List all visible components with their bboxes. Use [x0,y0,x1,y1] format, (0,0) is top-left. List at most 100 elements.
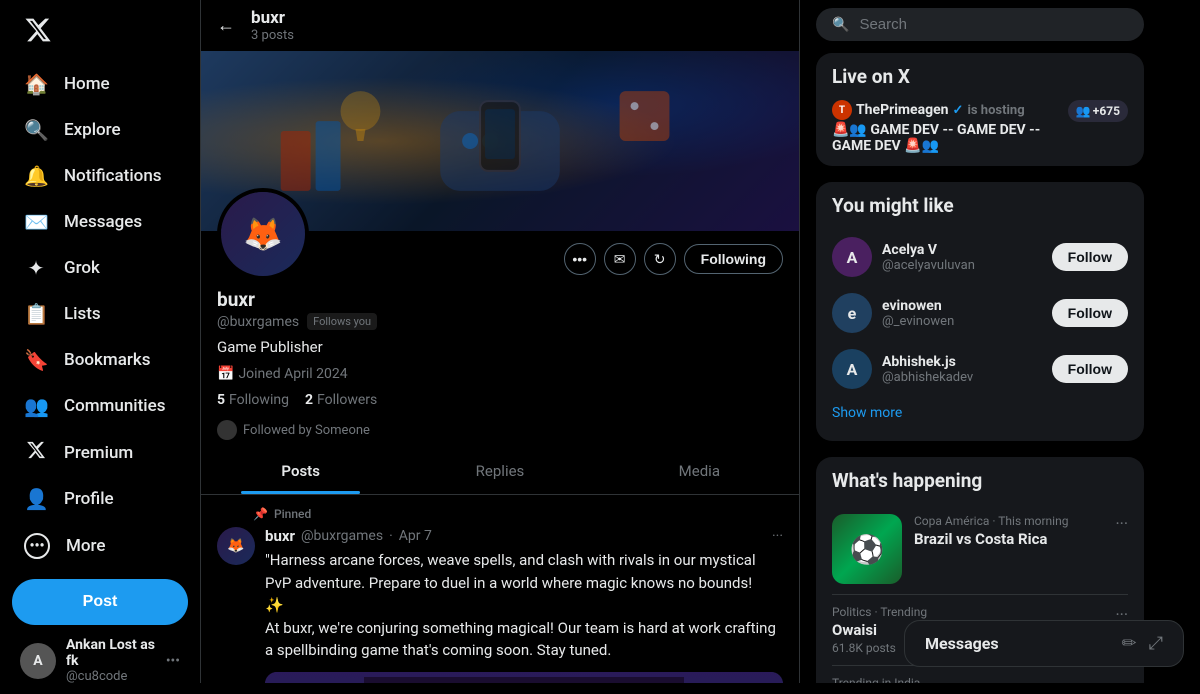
tab-posts[interactable]: Posts [201,448,400,494]
sidebar-item-bookmarks-label: Bookmarks [64,350,151,370]
suggestion-avatar-1: e [832,293,872,333]
sidebar-item-more-label: More [66,536,105,556]
search-icon: 🔍 [832,17,849,33]
followed-avatar [217,420,237,440]
pinned-label: 📌 Pinned [217,507,783,521]
sidebar-user-name: Ankan Lost as fk [66,637,156,669]
sidebar-item-messages-label: Messages [64,212,142,232]
post-body: "Harness arcane forces, weave spells, an… [265,549,783,662]
post-more-button[interactable]: ··· [772,528,783,544]
follow-button-2[interactable]: Follow [1052,355,1128,383]
suggestion-handle-1: @_evinowen [882,314,1042,329]
sidebar-item-premium[interactable]: Premium [12,430,188,475]
live-host: T ThePrimeagen ✓ is hosting [832,100,1058,120]
sidebar-item-more[interactable]: ••• More [12,523,188,569]
topbar-profile-name: buxr [251,8,294,28]
trend-category-1: Politics · Trending [832,605,927,619]
premium-icon [24,440,48,465]
trend-image-0: ⚽ [832,514,902,584]
messages-edit-button[interactable]: ✏ [1122,633,1137,654]
post-author-name: buxr [265,527,295,545]
bookmarks-icon: 🔖 [24,348,48,372]
sidebar-logo[interactable] [12,8,188,56]
trend-category-2: Trending in India [832,676,1004,683]
suggestion-name-0: Acelya V [882,242,1042,258]
sidebar-user-more-icon: ••• [166,653,180,669]
live-item[interactable]: T ThePrimeagen ✓ is hosting 🚨👥 GAME DEV … [832,100,1128,154]
you-might-like-widget: You might like A Acelya V @acelyavuluvan… [816,182,1144,441]
suggestion-item-2[interactable]: A Abhishek.js @abhishekadev Follow [832,341,1128,397]
sidebar-item-explore[interactable]: 🔍 Explore [12,108,188,152]
trend-item-0[interactable]: ⚽ Copa América · This morning Brazil vs … [832,504,1128,595]
followers-stats[interactable]: 2 Followers [305,392,377,408]
trend-more-2[interactable]: ··· [1115,676,1128,683]
suggestion-name-2: Abhishek.js [882,354,1042,370]
main-content: ← buxr 3 posts [200,0,800,683]
post-button[interactable]: Post [12,579,188,625]
right-sidebar: 🔍 Live on X T ThePrimeagen ✓ is hosting … [800,0,1160,683]
topbar-posts-count: 3 posts [251,28,294,43]
more-icon: ••• [24,533,50,559]
tab-media[interactable]: Media [600,448,799,494]
viewer-count-icon: 👥 [1076,104,1091,118]
follow-button-1[interactable]: Follow [1052,299,1128,327]
messages-expand-button[interactable]: ⤢ [1149,633,1163,654]
sidebar-user[interactable]: A Ankan Lost as fk @cu8code ••• [12,627,188,694]
fantasy-illustration: ✦ ✦ ✦ ✦ [364,677,684,684]
post-header: 🦊 buxr @buxrgames · Apr 7 ··· "Harness a… [217,527,783,683]
post-author-handle: @buxrgames [301,528,383,544]
pin-icon: 📌 [253,507,268,521]
sidebar-user-avatar: A [20,643,56,679]
post-meta: buxr @buxrgames · Apr 7 ··· [265,527,783,545]
suggestion-handle-0: @acelyavuluvan [882,258,1042,273]
profile-handle: @buxrgames [217,314,299,330]
post-card[interactable]: 📌 Pinned 🦊 buxr @buxrgames · Apr 7 ··· "… [201,495,799,683]
whats-happening-title: What's happening [832,469,1128,492]
profile-tabs: Posts Replies Media [201,448,799,495]
profile-section: ••• ✉ ↻ Following 🦊 buxr @buxrgames Foll… [201,231,799,440]
profile-bio: Game Publisher [217,338,783,356]
sidebar-item-grok-label: Grok [64,258,100,278]
sidebar-user-handle: @cu8code [66,669,156,684]
suggestion-avatar-2: A [832,349,872,389]
search-input[interactable] [859,16,1128,33]
you-might-like-show-more[interactable]: Show more [832,397,1128,429]
messages-bubble: Messages ✏ ⤢ [904,620,1184,667]
sidebar-item-notifications[interactable]: 🔔 Notifications [12,154,188,198]
sidebar-item-communities-label: Communities [64,396,165,416]
calendar-icon: 📅 [217,366,234,382]
suggestion-item-0[interactable]: A Acelya V @acelyavuluvan Follow [832,229,1128,285]
suggestion-item-1[interactable]: e evinowen @_evinowen Follow [832,285,1128,341]
sidebar-item-grok[interactable]: ✦ Grok [12,246,188,290]
profile-joined: 📅 Joined April 2024 [217,366,348,382]
suggestion-handle-2: @abhishekadev [882,370,1042,385]
tab-replies[interactable]: Replies [400,448,599,494]
profile-stats: 5 Following 2 Followers [217,392,783,408]
sidebar-item-messages[interactable]: ✉️ Messages [12,200,188,244]
grok-icon: ✦ [24,256,48,280]
sidebar-item-lists[interactable]: 📋 Lists [12,292,188,336]
live-on-x-widget: Live on X T ThePrimeagen ✓ is hosting 🚨👥… [816,53,1144,166]
suggestion-avatar-0: A [832,237,872,277]
lists-icon: 📋 [24,302,48,326]
you-might-like-title: You might like [832,194,1128,217]
trend-item-2[interactable]: Trending in India Congratulations Austra… [832,666,1128,683]
verified-icon: ✓ [953,103,964,118]
suggestion-name-1: evinowen [882,298,1042,314]
follow-button-0[interactable]: Follow [1052,243,1128,271]
sidebar-item-bookmarks[interactable]: 🔖 Bookmarks [12,338,188,382]
post-date: Apr 7 [399,528,432,544]
sidebar-item-notifications-label: Notifications [64,166,162,186]
communities-icon: 👥 [24,394,48,418]
sidebar-item-explore-label: Explore [64,120,121,140]
sidebar-item-home-label: Home [64,74,110,94]
back-button[interactable]: ← [217,15,235,36]
sidebar-item-home[interactable]: 🏠 Home [12,62,188,106]
x-logo-icon [24,16,52,44]
trend-more-0[interactable]: ··· [1115,514,1128,533]
sidebar-item-communities[interactable]: 👥 Communities [12,384,188,428]
messages-bubble-title: Messages [925,634,999,653]
following-stats[interactable]: 5 Following [217,392,289,408]
followed-by: Followed by Someone [217,420,783,440]
sidebar-item-profile[interactable]: 👤 Profile [12,477,188,521]
